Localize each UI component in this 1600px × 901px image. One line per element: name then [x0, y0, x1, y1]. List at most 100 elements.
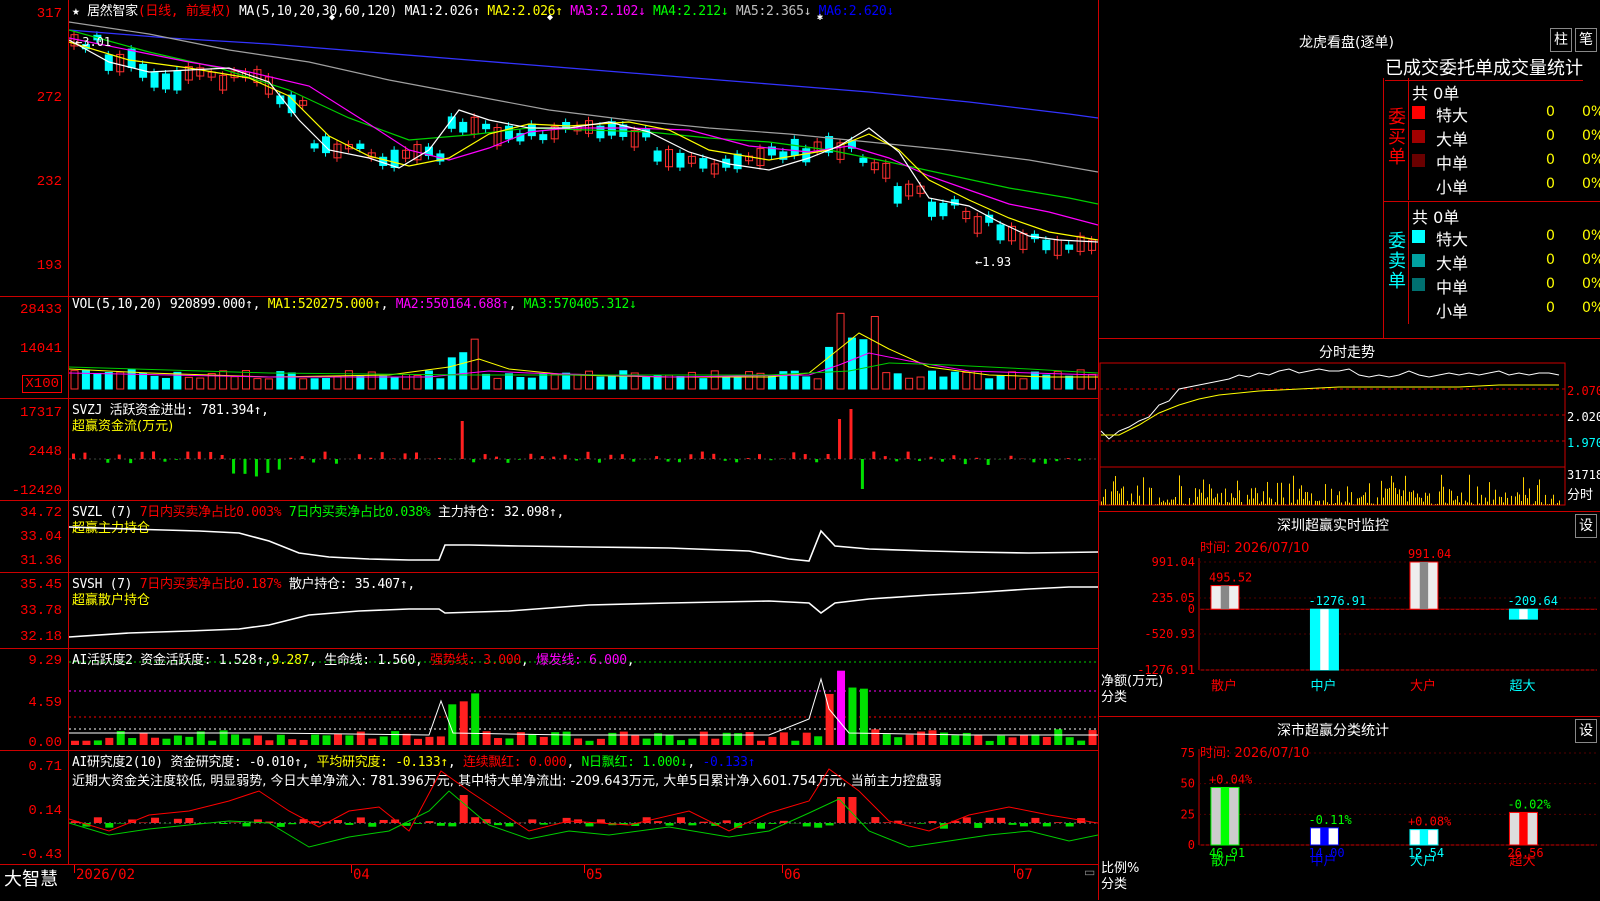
fenshi-price-top: 2.070 — [1567, 384, 1600, 398]
activity-bar — [357, 732, 365, 745]
fenshi-vol-bar — [1543, 504, 1544, 505]
classify-section[interactable]: 深市超赢分类统计 设 时间: 2026/07/10 7550250散户46.91… — [1099, 716, 1600, 901]
research-bar — [666, 823, 674, 826]
research-bar — [243, 823, 251, 826]
fenshi-vol-bar — [1365, 492, 1366, 505]
activity-bar — [540, 737, 548, 745]
flow-bar — [849, 409, 852, 459]
y-tick: 25 — [1181, 807, 1195, 821]
activity-bar — [780, 732, 788, 745]
fenshi-vol-bar — [1399, 489, 1400, 505]
volume-chart[interactable] — [69, 297, 1098, 398]
volume-bar — [1066, 376, 1073, 389]
kline-panel[interactable]: 317 272 232 193 ★ 居然智家(日线, 前复权) MA(5,10,… — [0, 0, 1098, 297]
category-bar[interactable] — [1310, 828, 1338, 845]
fenshi-vol-bar — [1317, 501, 1318, 505]
value-label: -1276.91 — [1308, 594, 1366, 608]
fenshi-vol-bar — [1547, 504, 1548, 505]
bar-mode-button[interactable]: 柱 — [1550, 28, 1572, 52]
order-type-label: 特大 — [1436, 226, 1468, 250]
category-bar[interactable] — [1509, 812, 1537, 845]
svzl-panel[interactable]: 34.72 33.04 31.36 SVZL (7) 7日内买卖净占比0.003… — [0, 501, 1098, 573]
flow-bar — [198, 452, 201, 459]
fenshi-vol-bar — [1339, 491, 1340, 505]
monitor-section[interactable]: 深圳超赢实时监控 设 时间: 2026/07/10 991.04235.050-… — [1099, 511, 1600, 716]
category-label: 中户 — [1310, 678, 1336, 694]
kline-chart[interactable]: ←3.01 ←1.93 ◆ ◆ ✱ — [69, 0, 1098, 296]
classify-chart[interactable]: 7550250散户46.91+0.04%中户14.00-0.11%大户12.54… — [1099, 717, 1600, 901]
sell-side-label: 委卖单 — [1388, 232, 1408, 292]
low-marker: ←1.93 — [975, 255, 1011, 269]
svsh-chart[interactable] — [69, 573, 1098, 648]
fenshi-vol-bar — [1131, 493, 1132, 505]
fenshi-section[interactable]: 分时走势 2.070 2.020 1.970 31718 分时 — [1099, 338, 1600, 511]
flow-bar — [815, 459, 818, 462]
fenshi-vol-bar — [1445, 503, 1446, 505]
fenshi-vol-bar — [1453, 500, 1454, 505]
ai2-chart[interactable] — [69, 751, 1098, 864]
fenshi-vol-bar — [1169, 503, 1170, 505]
fenshi-vol-bar — [1177, 504, 1178, 505]
activity-bar — [643, 739, 651, 745]
main-position-line — [69, 527, 1098, 561]
svg-text:◆: ◆ — [329, 12, 335, 23]
order-row: 大单00% — [1412, 250, 1600, 272]
research-bar — [437, 823, 445, 826]
category-bar[interactable] — [1410, 562, 1438, 609]
flow-bar — [827, 454, 830, 459]
fenshi-vol-bar — [1167, 500, 1168, 505]
volume-panel[interactable]: 28433 14041 X100 VOL(5,10,20) 920899.000… — [0, 297, 1098, 399]
category-bar[interactable] — [1211, 787, 1239, 845]
fenshi-vol-bar — [1315, 501, 1316, 505]
fenshi-vol-bar — [1319, 501, 1320, 505]
order-row: 中单00% — [1412, 150, 1600, 172]
fenshi-vol-bar — [1441, 475, 1442, 505]
fenshi-vol-bar — [1553, 495, 1554, 505]
fenshi-vol-bar — [1345, 501, 1346, 505]
flow-bar — [587, 452, 590, 459]
volume-bar — [929, 371, 936, 389]
category-bar[interactable] — [1211, 586, 1239, 610]
fenshi-vol-bar — [1189, 498, 1190, 505]
volume-bar — [746, 372, 753, 389]
fenshi-vol-bar — [1117, 491, 1118, 505]
order-percent: 0% — [1582, 228, 1600, 244]
order-percent: 0% — [1582, 252, 1600, 268]
ai-research-panel[interactable]: 0.71 0.14 -0.43 AI研究度2(10) 资金研究度: -0.010… — [0, 751, 1098, 865]
category-bar[interactable] — [1509, 609, 1537, 619]
fenshi-vol-bar — [1129, 504, 1130, 505]
fenshi-vol-bar — [1415, 498, 1416, 505]
ai-activity-panel[interactable]: 9.29 4.59 0.00 AI活跃度2 资金活跃度: 1.528↑,9.28… — [0, 649, 1098, 751]
flow-bar — [689, 454, 692, 459]
research-bar — [700, 822, 708, 823]
fenshi-vol-bar — [1379, 504, 1380, 505]
activity-bar — [277, 735, 285, 745]
fenshi-vol-bar — [1205, 499, 1206, 505]
svzj-chart[interactable] — [69, 399, 1098, 500]
svzl-chart[interactable] — [69, 501, 1098, 572]
activity-bar — [666, 735, 674, 745]
fenshi-vol-bar — [1305, 492, 1306, 505]
lhb-tabs[interactable]: 已成交委托单成交量统计 — [1385, 54, 1583, 81]
svsh-panel[interactable]: 35.45 33.78 32.18 SVSH (7) 7日内买卖净占比0.187… — [0, 573, 1098, 649]
fenshi-vol-bar — [1325, 484, 1326, 505]
volume-bar — [277, 372, 284, 389]
lock-icon[interactable]: ▭ — [1084, 865, 1095, 879]
research-bar — [883, 822, 891, 823]
svzj-panel[interactable]: 17317 2448 -12420 SVZJ 活跃资金进出: 781.394↑,… — [0, 399, 1098, 501]
category-bar[interactable] — [1310, 609, 1338, 670]
ai1-chart[interactable] — [69, 649, 1098, 750]
order-percent: 0% — [1582, 276, 1600, 292]
fenshi-vol-bar — [1447, 504, 1448, 505]
fenshi-vol-bar — [1201, 493, 1202, 505]
fenshi-vol-bar — [1207, 497, 1208, 505]
category-bar[interactable] — [1410, 830, 1438, 845]
flow-bar — [518, 459, 521, 460]
fenshi-vol-bar — [1511, 496, 1512, 505]
research-bar — [757, 823, 765, 829]
fenshi-chart[interactable] — [1099, 361, 1569, 509]
tick-mode-button[interactable]: 笔 — [1575, 28, 1597, 52]
monitor-chart[interactable]: 991.04235.050-520.93-1276.91散户495.52中户-1… — [1099, 512, 1600, 716]
flow-bar — [952, 455, 955, 459]
value-label: 14.00 — [1308, 846, 1344, 860]
